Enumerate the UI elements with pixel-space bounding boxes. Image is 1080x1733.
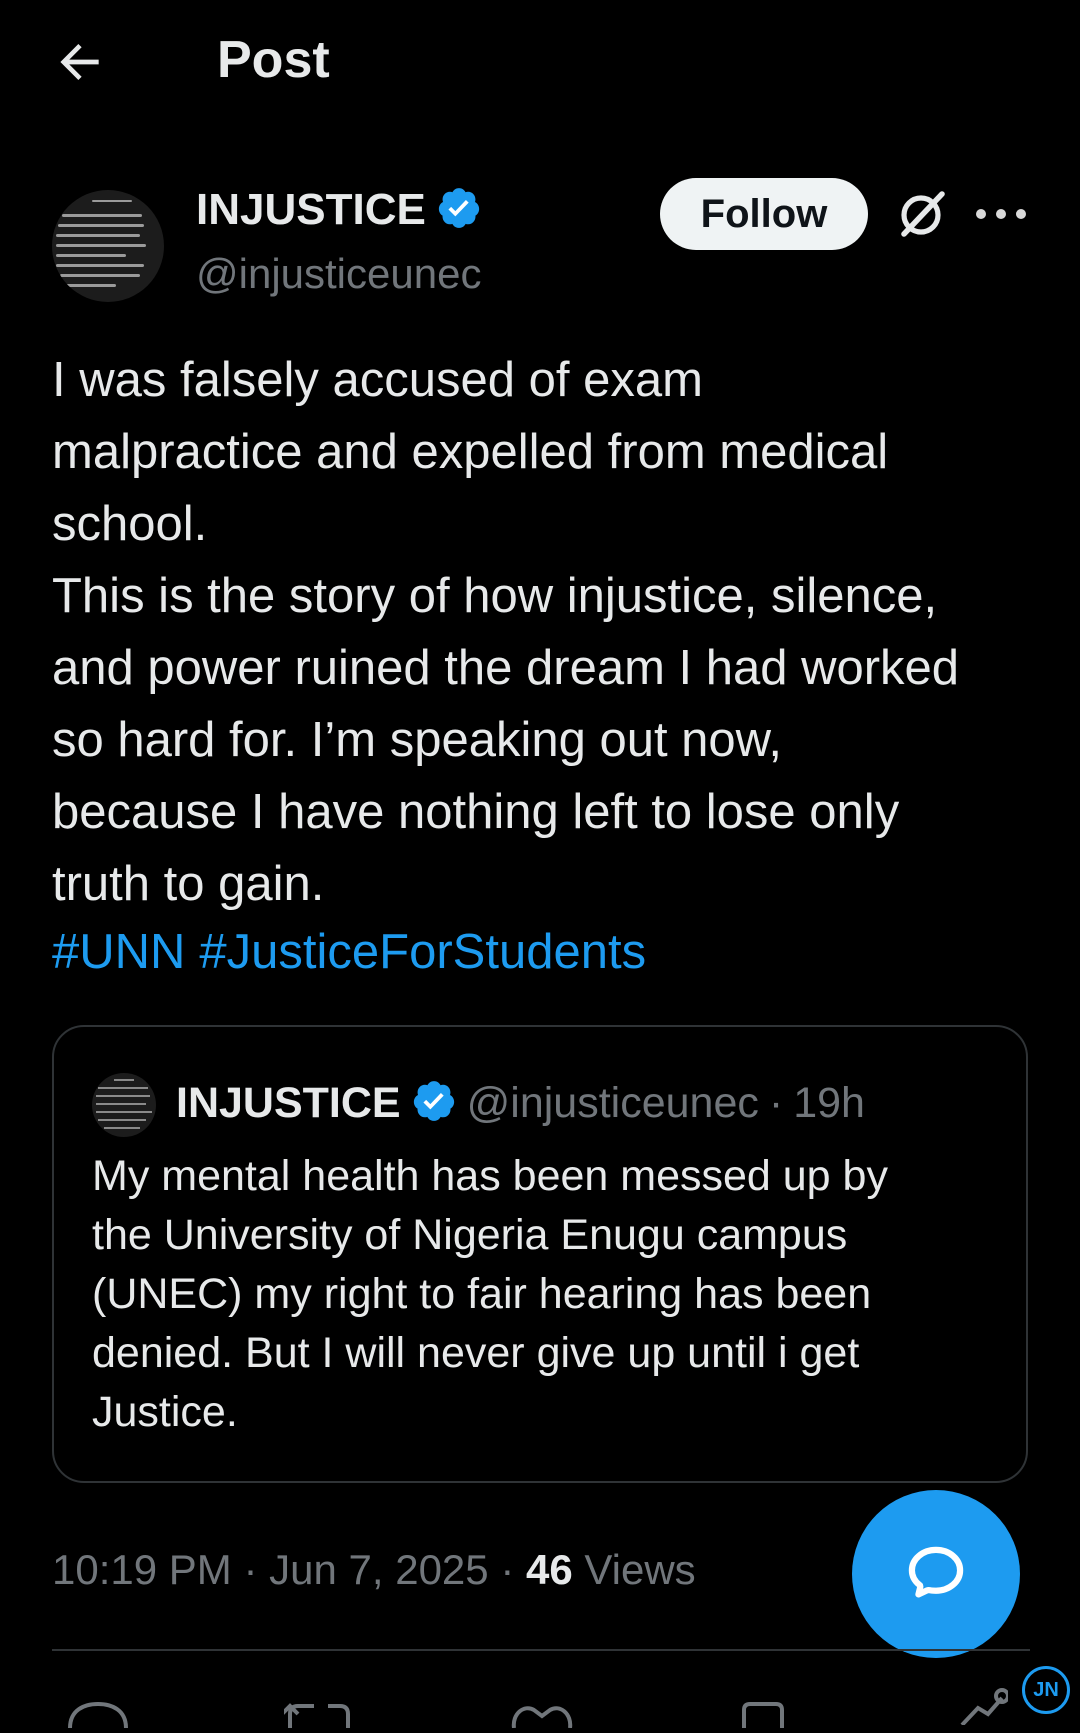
- bookmark-icon[interactable]: [738, 1688, 788, 1733]
- quoted-author-avatar: [92, 1073, 156, 1137]
- post-line: school.: [52, 497, 208, 551]
- repost-icon[interactable]: [280, 1688, 374, 1733]
- separator-dot: ·: [500, 1546, 515, 1593]
- grok-icon[interactable]: [896, 188, 948, 240]
- post-date: Jun 7, 2025: [269, 1546, 489, 1593]
- post-line: malpractice and expelled from medical: [52, 425, 889, 479]
- author-handle[interactable]: @injusticeunec: [196, 248, 481, 300]
- more-options-icon[interactable]: [976, 200, 1026, 228]
- reply-bubble-icon: [908, 1546, 964, 1598]
- post-time: 10:19 PM: [52, 1546, 232, 1593]
- verified-badge-icon: [411, 1078, 457, 1129]
- post-line: so hard for. I’m speaking out now,: [52, 713, 782, 767]
- separator-dot: ·: [768, 1079, 784, 1127]
- quote-line: My mental health has been messed up by: [92, 1152, 888, 1200]
- quote-line: denied. But I will never give up until i…: [92, 1329, 860, 1377]
- views-count: 46: [525, 1546, 573, 1593]
- follow-button[interactable]: Follow: [660, 178, 868, 250]
- post-meta: 10:19 PM · Jun 7, 2025 · 46 Views: [52, 1542, 696, 1598]
- quoted-post-card[interactable]: INJUSTICE @injusticeunec · 19h My mental…: [52, 1025, 1028, 1483]
- hashtag-link[interactable]: #UNN: [52, 925, 185, 979]
- quoted-author-name: INJUSTICE: [176, 1079, 401, 1127]
- post-line: I was falsely accused of exam: [52, 353, 703, 407]
- reply-icon[interactable]: [66, 1688, 136, 1733]
- share-icon[interactable]: [958, 1678, 1010, 1730]
- back-arrow-icon[interactable]: [52, 34, 108, 90]
- quote-line: Justice.: [92, 1388, 238, 1436]
- author-avatar[interactable]: [52, 190, 164, 302]
- post-line: truth to gain.: [52, 857, 325, 911]
- post-line: because I have nothing left to lose only: [52, 785, 900, 839]
- watermark-logo: JN: [1022, 1666, 1070, 1714]
- like-icon[interactable]: [510, 1688, 580, 1733]
- author-name-row: INJUSTICE: [196, 184, 482, 236]
- quoted-post-text: My mental health has been messed up by t…: [92, 1147, 992, 1442]
- quote-line: the University of Nigeria Enugu campus: [92, 1211, 848, 1259]
- compose-reply-button[interactable]: [852, 1490, 1020, 1658]
- views-label: Views: [584, 1546, 696, 1593]
- post-text: I was falsely accused of exam malpractic…: [52, 344, 1042, 920]
- hashtags: #UNN #JusticeForStudents: [52, 916, 660, 988]
- hashtag-link[interactable]: #JusticeForStudents: [199, 925, 646, 979]
- quoted-post-header: INJUSTICE @injusticeunec · 19h: [176, 1077, 865, 1129]
- quote-line: (UNEC) my right to fair hearing has been: [92, 1270, 872, 1318]
- verified-badge-icon: [436, 185, 482, 236]
- post-line: and power ruined the dream I had worked: [52, 641, 960, 695]
- separator-dot: ·: [243, 1546, 258, 1593]
- divider: [52, 1649, 1030, 1651]
- post-line: This is the story of how injustice, sile…: [52, 569, 938, 623]
- page-title: Post: [217, 31, 330, 89]
- author-name[interactable]: INJUSTICE: [196, 184, 426, 236]
- quoted-post-time: 19h: [793, 1079, 865, 1127]
- quoted-author-handle: @injusticeunec: [466, 1079, 759, 1127]
